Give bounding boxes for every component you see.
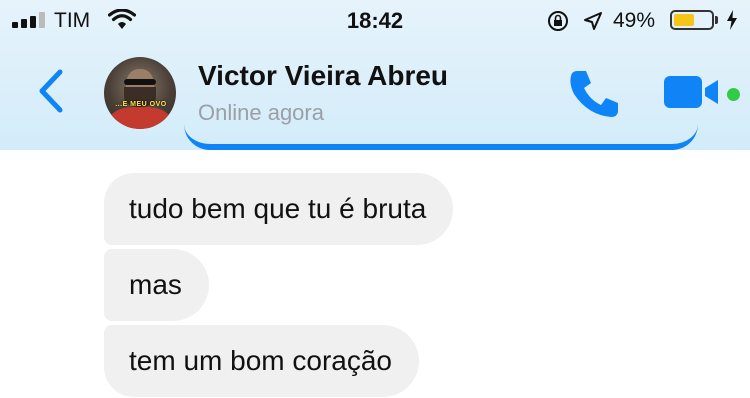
message-bubble[interactable]: tudo bem que tu é bruta	[104, 173, 454, 245]
back-chevron-icon[interactable]	[36, 68, 66, 114]
conversation-header: TIM 18:42 49% ...E MEU OVO Victor Vieira…	[0, 0, 750, 150]
message-bubble[interactable]: mas	[104, 249, 209, 321]
battery-icon	[670, 10, 714, 30]
phone-icon[interactable]	[568, 68, 620, 118]
video-camera-icon[interactable]	[662, 74, 722, 110]
battery-percent: 49%	[613, 9, 656, 32]
rotation-lock-icon	[548, 11, 568, 31]
previous-message-bubble	[184, 120, 698, 150]
location-icon	[584, 12, 602, 30]
contact-avatar[interactable]: ...E MEU OVO	[104, 57, 176, 129]
contact-name[interactable]: Victor Vieira Abreu	[198, 60, 448, 92]
status-bar: TIM 18:42 49%	[0, 0, 750, 40]
charging-bolt-icon	[727, 10, 737, 30]
message-bubble[interactable]: tem um bom coração	[104, 325, 419, 397]
online-indicator	[727, 88, 740, 101]
avatar-caption: ...E MEU OVO	[115, 101, 167, 108]
